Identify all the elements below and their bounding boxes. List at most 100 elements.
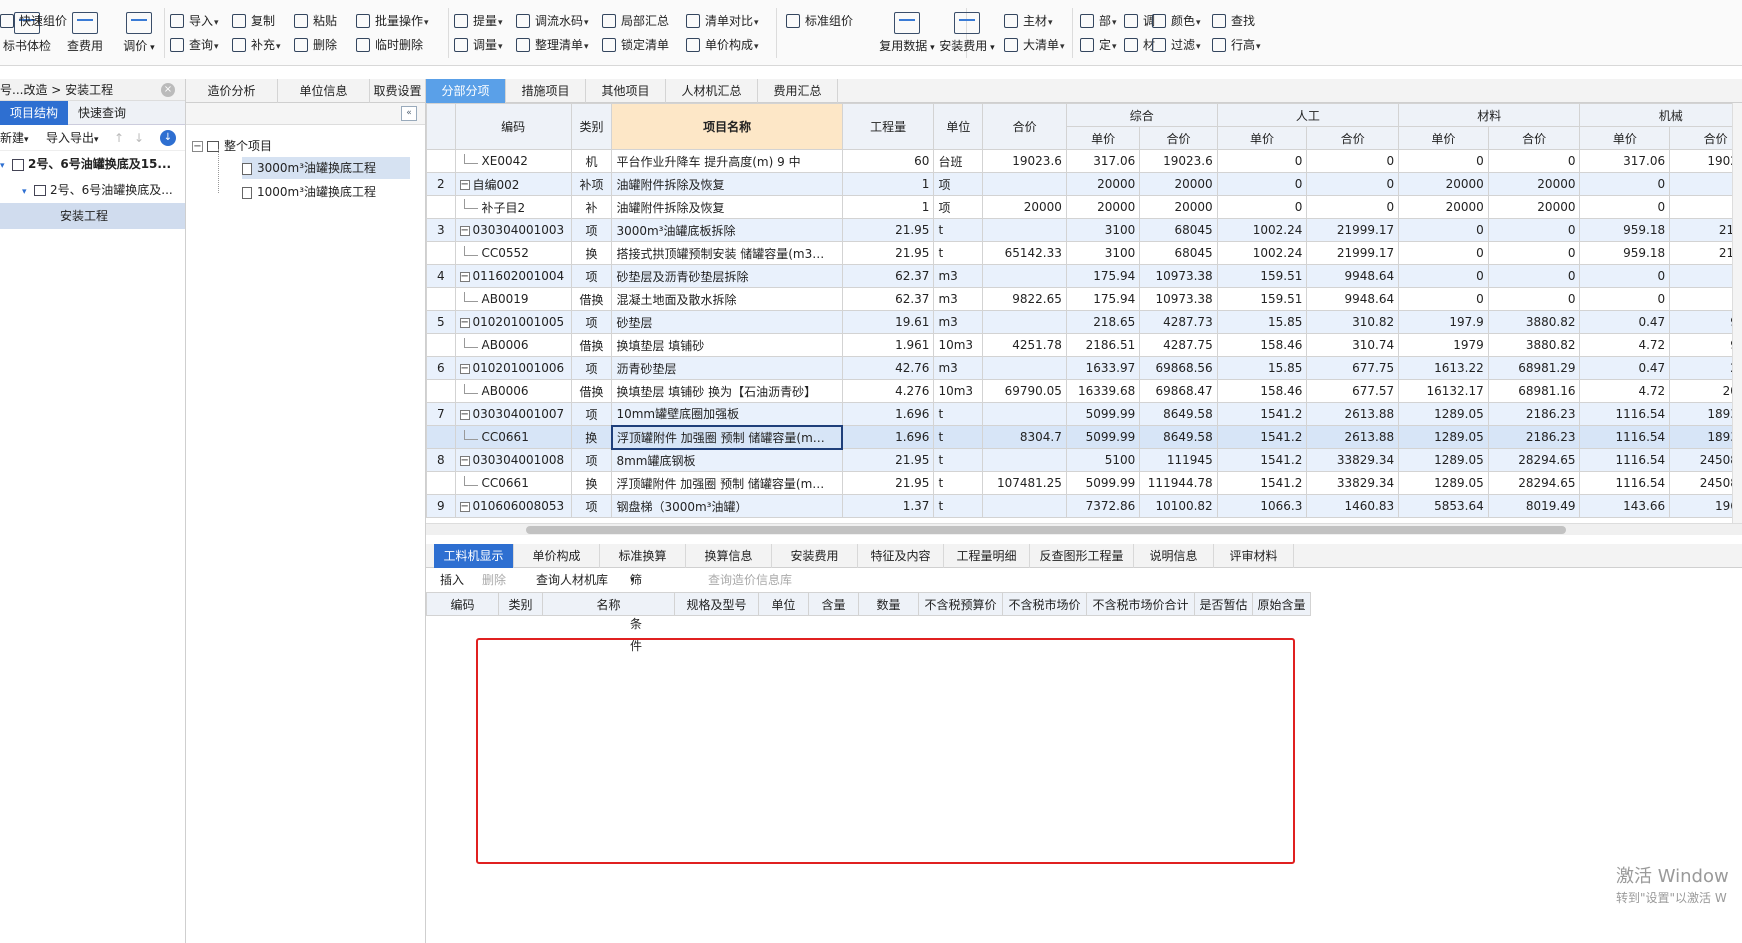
tab-4[interactable]: 措施项目: [506, 79, 586, 103]
total-cell[interactable]: [982, 264, 1067, 288]
quantity-cell[interactable]: 1.696: [841, 402, 935, 426]
detail-tab-7[interactable]: 反查图形工程量: [1030, 544, 1134, 568]
code-header[interactable]: 编码: [454, 103, 572, 150]
quantity-cell[interactable]: 62.37: [841, 287, 935, 311]
code-cell[interactable]: CC0661: [454, 425, 572, 449]
subtotal-cell[interactable]: 0: [1487, 264, 1581, 288]
unit-price-cell[interactable]: 0: [1216, 172, 1308, 196]
type-header[interactable]: 类别: [570, 103, 613, 150]
group2-btn-0-3[interactable]: 清单对比▾: [686, 12, 759, 30]
name-cell[interactable]: 混凝土地面及散水拆除: [611, 287, 843, 311]
unit-price-cell[interactable]: 20000: [1065, 172, 1141, 196]
new-button[interactable]: 新建▾: [0, 125, 29, 153]
subtotal-cell[interactable]: 9948.64: [1306, 264, 1400, 288]
group5-btn-1-1[interactable]: 材: [1124, 36, 1155, 54]
query-material-library-button[interactable]: 查询人材机库: [536, 569, 608, 591]
subtotal-cell[interactable]: 2613.88: [1306, 425, 1400, 449]
unit-price-cell[interactable]: 0.47: [1579, 310, 1671, 334]
detail-tab-9[interactable]: 评审材料: [1214, 544, 1294, 568]
row-number-cell[interactable]: [426, 195, 456, 219]
unit-price-header[interactable]: 单价: [1579, 126, 1671, 150]
unit-cell[interactable]: 台班: [933, 149, 984, 173]
subtotal-cell[interactable]: 2186.23: [1487, 402, 1581, 426]
tab-1[interactable]: 单位信息: [278, 79, 370, 103]
unit-price-cell[interactable]: 317.06: [1579, 149, 1671, 173]
unit-cell[interactable]: t: [933, 402, 984, 426]
code-cell[interactable]: −010606008053: [454, 494, 572, 518]
name-cell[interactable]: 砂垫层: [611, 310, 843, 334]
quantity-cell[interactable]: 62.37: [841, 264, 935, 288]
group1-btn-1-3[interactable]: 临时删除: [356, 36, 423, 54]
unit-cell[interactable]: t: [933, 494, 984, 518]
unit-price-cell[interactable]: 0: [1398, 241, 1489, 265]
total-header[interactable]: 合价: [982, 103, 1067, 150]
total-cell[interactable]: [982, 310, 1067, 334]
group3-btn-0-1[interactable]: 快速组价: [0, 12, 67, 30]
tree-node-subproject[interactable]: ▾ 2号、6号油罐换底及...: [0, 177, 185, 203]
tree-node-3000[interactable]: 3000m³油罐换底工程: [242, 157, 410, 179]
total-cell[interactable]: 65142.33: [982, 241, 1067, 265]
unit-price-cell[interactable]: 158.46: [1216, 333, 1308, 357]
expand-icon[interactable]: ▾: [22, 179, 34, 205]
unit-price-header[interactable]: 单价: [1065, 126, 1141, 150]
row-number-cell[interactable]: [426, 287, 456, 311]
unit-price-cell[interactable]: 2186.51: [1065, 333, 1141, 357]
unit-price-cell[interactable]: 1002.24: [1216, 241, 1308, 265]
unit-price-cell[interactable]: 15.85: [1216, 356, 1308, 380]
unit-price-cell[interactable]: 1541.2: [1216, 471, 1308, 495]
subtotal-cell[interactable]: 10100.82: [1139, 494, 1218, 518]
tree-node-whole-project[interactable]: − 整个项目: [192, 135, 272, 157]
unit-price-cell[interactable]: 0: [1398, 149, 1489, 173]
unit-price-cell[interactable]: 20000: [1398, 172, 1489, 196]
subtotal-cell[interactable]: 68045: [1139, 241, 1218, 265]
code-cell[interactable]: −010201001006: [454, 356, 572, 380]
subtotal-cell[interactable]: 9948.64: [1306, 287, 1400, 311]
subtotal-cell[interactable]: 310.82: [1306, 310, 1400, 334]
unit-price-cell[interactable]: 0: [1579, 287, 1671, 311]
table-row[interactable]: 6−010201001006 项沥青砂垫层 42.76 m3 1633.97 69868.…: [426, 356, 1742, 380]
group2-btn-1-3[interactable]: 单价构成▾: [686, 36, 759, 54]
table-row[interactable]: 3−030304001003 项 3000m³油罐底板拆除 21.95 t 3100 680…: [426, 218, 1742, 242]
unit-price-cell[interactable]: 1979: [1398, 333, 1489, 357]
code-cell[interactable]: − 自编002: [454, 172, 572, 196]
total-cell[interactable]: [982, 356, 1067, 380]
type-cell[interactable]: 项: [570, 264, 613, 288]
unit-cell[interactable]: t: [933, 448, 984, 472]
name-cell[interactable]: 换填垫层 填铺砂 换为【石油沥青砂】: [611, 379, 843, 403]
code-cell[interactable]: AB0019: [454, 287, 572, 311]
type-cell[interactable]: 项: [570, 218, 613, 242]
unit-price-cell[interactable]: 159.51: [1216, 287, 1308, 311]
group5-btn-1-2[interactable]: 过滤▾: [1152, 36, 1201, 54]
subtotal-cell[interactable]: 4287.75: [1139, 333, 1218, 357]
total-cell[interactable]: [982, 218, 1067, 242]
unit-price-cell[interactable]: 959.18: [1579, 241, 1671, 265]
close-icon[interactable]: ×: [161, 83, 175, 97]
unit-price-cell[interactable]: 4.72: [1579, 333, 1671, 357]
subtotal-cell[interactable]: 2613.88: [1306, 402, 1400, 426]
name-cell[interactable]: 平台作业升降车 提升高度(m) 9 中: [611, 149, 843, 173]
quantity-header[interactable]: 工程量: [841, 103, 935, 150]
group5-btn-0-3[interactable]: 查找: [1212, 12, 1255, 30]
subtotal-cell[interactable]: 21999.17: [1306, 218, 1400, 242]
comprehensive-header[interactable]: 综合: [1065, 103, 1218, 127]
unit-price-cell[interactable]: 5853.64: [1398, 494, 1489, 518]
subtotal-cell[interactable]: 20000: [1487, 172, 1581, 196]
detail-col-header[interactable]: 不含税预算价: [918, 592, 1003, 616]
unit-cell[interactable]: t: [933, 425, 984, 449]
total-cell[interactable]: 8304.7: [982, 425, 1067, 449]
collapse-node-icon[interactable]: −: [192, 141, 203, 152]
detail-col-header[interactable]: 类别: [498, 592, 543, 616]
table-row[interactable]: AB0006 借换 换填垫层 填铺砂 1.961 10m3 4251.78 2186.51 4…: [426, 333, 1742, 357]
tab-5[interactable]: 其他项目: [586, 79, 666, 103]
table-row[interactable]: 2− 自编002 补项 油罐附件拆除及恢复 1 项 20000 20000 0 0 20000 200…: [426, 172, 1742, 196]
tab-quick-query[interactable]: 快速查询: [68, 101, 136, 125]
table-row[interactable]: AB0006 借换 换填垫层 填铺砂 换为【石油沥青砂】 4.276 10m3 69790…: [426, 379, 1742, 403]
group1-btn-1-1[interactable]: 补充▾: [232, 36, 281, 54]
name-header[interactable]: 项目名称: [611, 103, 843, 150]
unit-price-cell[interactable]: 0: [1398, 287, 1489, 311]
subtotal-cell[interactable]: 68981.29: [1487, 356, 1581, 380]
type-cell[interactable]: 项: [570, 356, 613, 380]
name-cell[interactable]: 浮顶罐附件 加强圈 预制 储罐容量(m…: [611, 471, 843, 495]
table-row[interactable]: CC0552 换搭接式拱顶罐预制安装 储罐容量(m3… 21.95 t 65142.33…: [426, 241, 1742, 265]
unit-price-cell[interactable]: 1116.54: [1579, 471, 1671, 495]
